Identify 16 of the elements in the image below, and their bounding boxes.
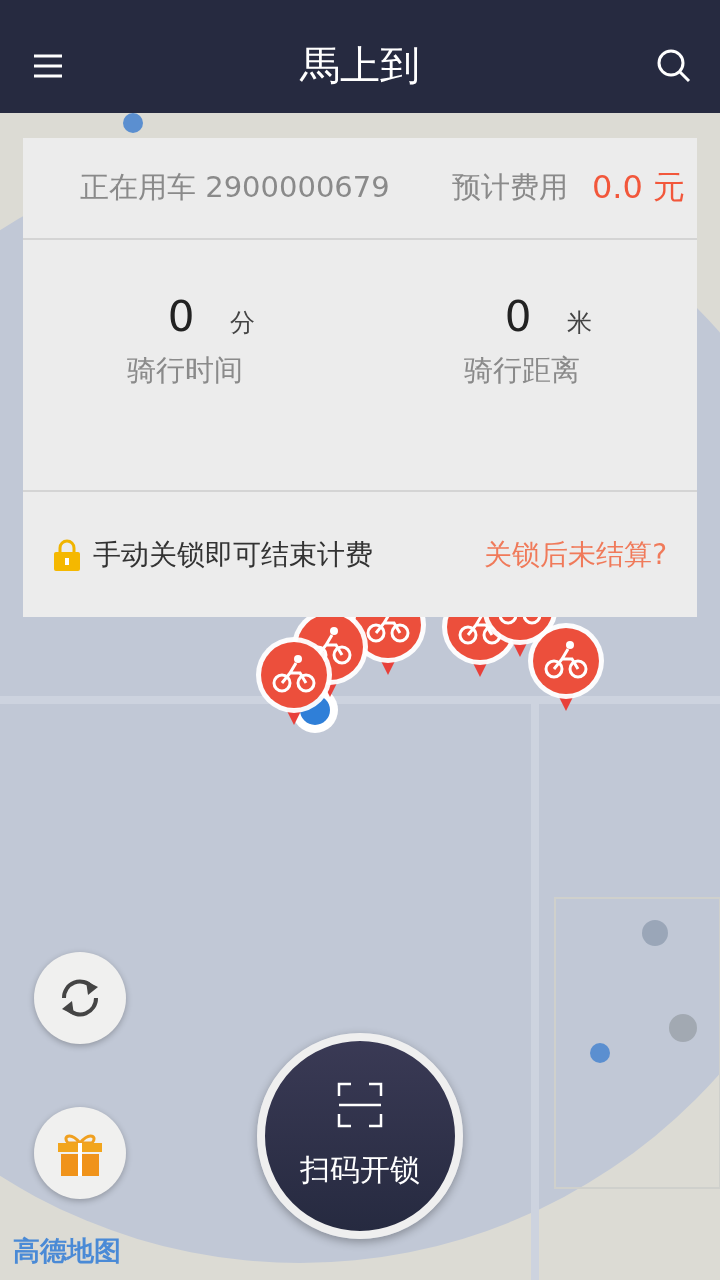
- search-button[interactable]: [656, 47, 692, 84]
- end-hint: 手动关锁即可结束计费: [93, 536, 373, 573]
- ride-status: 正在用车 2900000679: [80, 169, 390, 206]
- fee-amount: 0.0 元: [591, 167, 685, 208]
- stat-label: 骑行距离: [463, 352, 580, 389]
- map-logo: 高德地图: [13, 1234, 121, 1268]
- lock-icon: [53, 537, 81, 572]
- search-icon: [656, 47, 692, 84]
- stat-label: 骑行时间: [126, 352, 243, 389]
- stat-value: 0: [504, 292, 532, 341]
- stat-value: 0: [167, 292, 195, 341]
- fee-label: 预计费用: [451, 169, 568, 206]
- stat-unit: 米: [567, 307, 593, 339]
- stat-unit: 分: [230, 307, 256, 339]
- app-title: 馬上到: [300, 41, 420, 90]
- scan-icon: [337, 1081, 383, 1128]
